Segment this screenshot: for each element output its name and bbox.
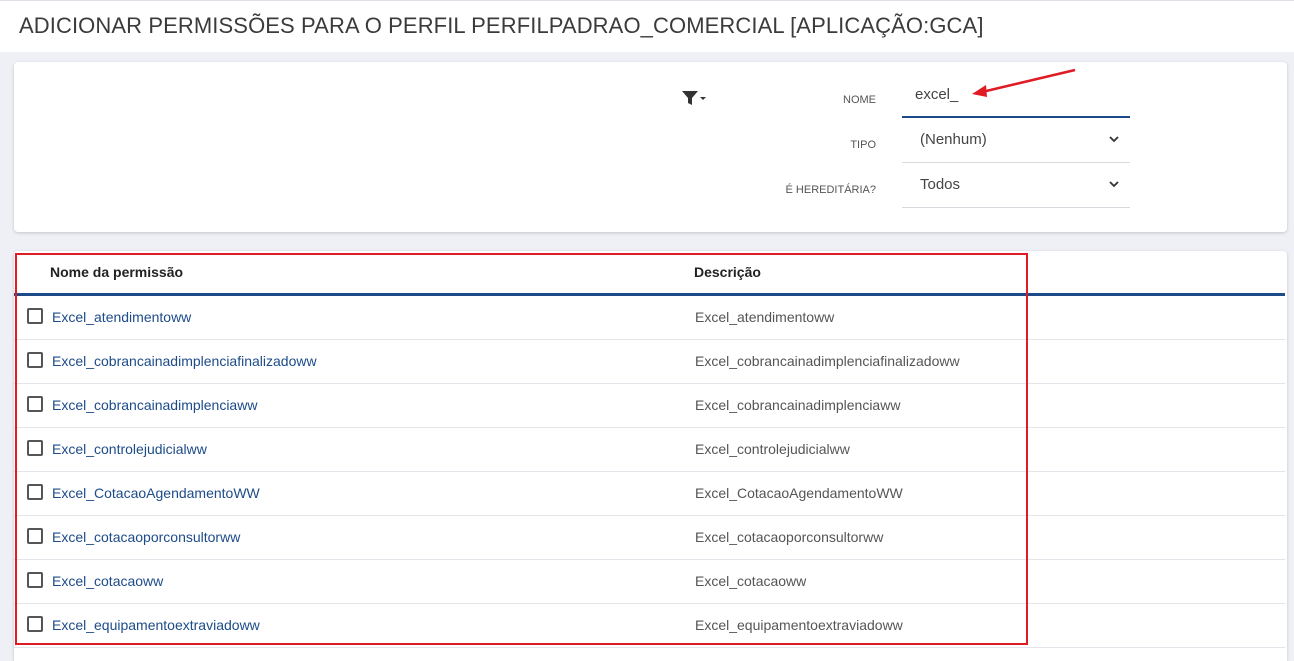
column-header-name[interactable]: Nome da permissão [50, 264, 183, 280]
permission-name-link[interactable]: Excel_controlejudicialww [52, 441, 207, 457]
permission-description: Excel_cobrancainadimplenciafinalizadoww [695, 353, 960, 369]
table-row[interactable]: Excel_cobrancainadimplenciaww Excel_cobra… [14, 384, 1285, 428]
table-row[interactable]: Excel_CotacaoAgendamentoWW Excel_CotacaoA… [14, 472, 1285, 516]
tipo-select[interactable]: (Nenhum) [902, 117, 1130, 163]
row-checkbox[interactable] [27, 396, 43, 412]
hereditaria-select[interactable]: Todos [902, 162, 1130, 208]
permission-name-link[interactable]: Excel_atendimentoww [52, 309, 191, 325]
permission-description: Excel_controlejudicialww [695, 441, 850, 457]
row-checkbox[interactable] [27, 440, 43, 456]
permissions-table: Nome da permissão Descrição Excel_atendi… [14, 251, 1287, 661]
permission-description: Excel_CotacaoAgendamentoWW [695, 485, 903, 501]
permission-name-link[interactable]: Excel_cotacaoww [52, 573, 163, 589]
filter-panel: NOME TIPO (Nenhum) É HEREDITÁRIA? Todos [14, 62, 1287, 232]
permission-name-link[interactable]: Excel_CotacaoAgendamentoWW [52, 485, 260, 501]
permission-description: Excel_cotacaoporconsultorww [695, 529, 884, 545]
table-body: Excel_atendimentoww Excel_atendimentoww Ex… [14, 296, 1285, 648]
permission-description: Excel_atendimentoww [695, 309, 835, 325]
permission-name-link[interactable]: Excel_cobrancainadimplenciaww [52, 397, 257, 413]
permission-name-link[interactable]: Excel_cotacaoporconsultorww [52, 529, 240, 545]
permission-name-link[interactable]: Excel_equipamentoextraviadoww [52, 617, 260, 633]
table-header: Nome da permissão Descrição [14, 251, 1285, 296]
filter-funnel-icon[interactable] [680, 88, 708, 108]
page-title: ADICIONAR PERMISSÕES PARA O PERFIL PERFI… [19, 13, 984, 38]
table-row[interactable]: Excel_cotacaoww Excel_cotacaoww [14, 560, 1285, 604]
table-row[interactable]: Excel_controlejudicialww Excel_controleju… [14, 428, 1285, 472]
nome-input[interactable] [915, 86, 1115, 103]
tipo-selected-value: (Nenhum) [920, 131, 987, 148]
hereditaria-selected-value: Todos [920, 176, 961, 193]
row-checkbox[interactable] [27, 484, 43, 500]
chevron-down-icon [1109, 136, 1119, 143]
nome-field[interactable] [902, 72, 1130, 118]
row-checkbox[interactable] [27, 528, 43, 544]
row-checkbox[interactable] [27, 352, 43, 368]
column-header-description[interactable]: Descrição [694, 264, 761, 280]
row-checkbox[interactable] [27, 616, 43, 632]
chevron-down-icon [1109, 181, 1119, 188]
table-row[interactable]: Excel_cobrancainadimplenciafinalizadoww E… [14, 340, 1285, 384]
page-header: ADICIONAR PERMISSÕES PARA O PERFIL PERFI… [0, 0, 1294, 52]
hereditaria-label: É HEREDITÁRIA? [785, 184, 876, 196]
nome-label: NOME [843, 94, 876, 106]
table-row[interactable]: Excel_cotacaoporconsultorww Excel_cotacao… [14, 516, 1285, 560]
tipo-label: TIPO [850, 139, 876, 151]
permission-name-link[interactable]: Excel_cobrancainadimplenciafinalizadoww [52, 353, 317, 369]
table-row[interactable]: Excel_atendimentoww Excel_atendimentoww [14, 296, 1285, 340]
permission-description: Excel_cotacaoww [695, 573, 807, 589]
row-checkbox[interactable] [27, 572, 43, 588]
permission-description: Excel_cobrancainadimplenciaww [695, 397, 901, 413]
row-checkbox[interactable] [27, 308, 43, 324]
table-row[interactable]: Excel_equipamentoextraviadoww Excel_equip… [14, 604, 1285, 648]
permission-description: Excel_equipamentoextraviadoww [695, 617, 903, 633]
